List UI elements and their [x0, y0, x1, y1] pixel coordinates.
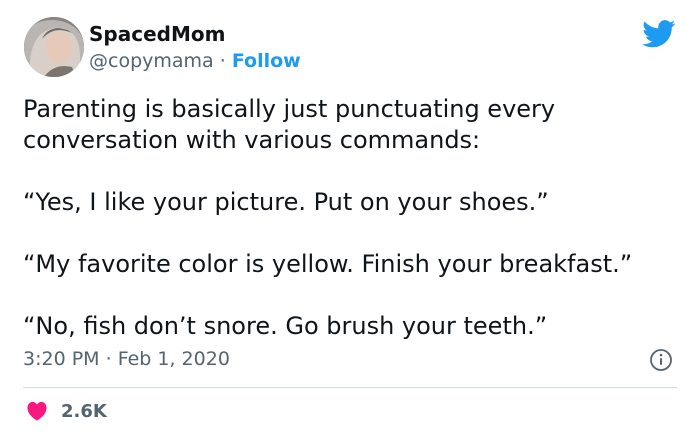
- avatar-photo: [24, 17, 84, 77]
- tweet-body: Parenting is basically just punctuating …: [23, 94, 683, 342]
- like-count: 2.6K: [61, 400, 107, 422]
- avatar[interactable]: [24, 17, 84, 77]
- divider: [23, 387, 677, 388]
- follow-button[interactable]: Follow: [232, 50, 301, 72]
- tweet-quote: “No, fish don’t snore. Go brush your tee…: [23, 312, 548, 340]
- timestamp-separator: ·: [105, 348, 112, 370]
- info-icon[interactable]: [649, 348, 673, 372]
- author-handle-row: @copymama · Follow: [89, 49, 301, 73]
- twitter-bird-icon[interactable]: [642, 20, 676, 48]
- handle-separator: ·: [219, 50, 226, 72]
- author-name[interactable]: SpacedMom: [89, 22, 225, 46]
- tweet-quote: “Yes, I like your picture. Put on your s…: [23, 188, 549, 216]
- heart-icon: [27, 401, 47, 421]
- tweet-time: 3:20 PM: [23, 348, 100, 370]
- tweet-timestamp[interactable]: 3:20 PM · Feb 1, 2020: [23, 347, 230, 371]
- tweet-quote: “My favorite color is yellow. Finish you…: [23, 250, 633, 278]
- tweet-intro: Parenting is basically just punctuating …: [23, 95, 556, 154]
- author-handle[interactable]: @copymama: [89, 50, 214, 72]
- like-button[interactable]: 2.6K: [26, 399, 107, 423]
- tweet-date: Feb 1, 2020: [117, 348, 230, 370]
